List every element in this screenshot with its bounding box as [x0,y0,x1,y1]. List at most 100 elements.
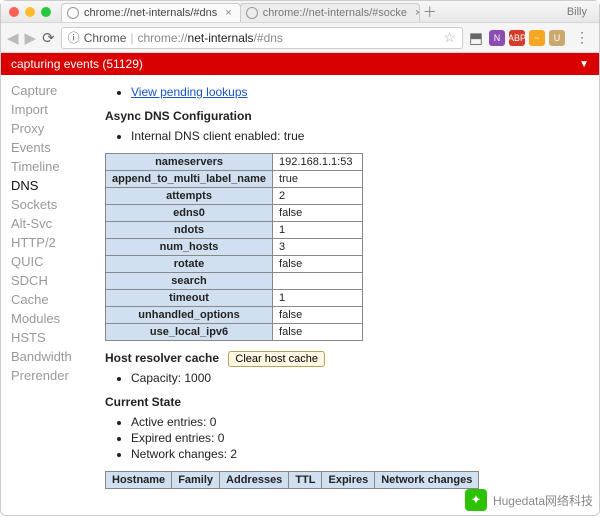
config-row: append_to_multi_label_nametrue [106,171,363,188]
window-titlebar: chrome://net-internals/#dns × chrome://n… [1,1,599,23]
omnibox-origin-chip: ⓘ [68,29,80,46]
globe-icon [67,7,79,19]
category-sidebar: CaptureImportProxyEventsTimelineDNSSocke… [1,75,93,517]
state-column-header: Hostname [106,472,172,489]
extensions-toggle-icon[interactable]: ⬒ [469,29,483,47]
reload-button[interactable]: ⟳ [42,29,55,47]
omnibox-url-path: /#dns [254,31,283,45]
traffic-lights [9,7,51,17]
state-column-header: Family [172,472,220,489]
config-value: 2 [273,188,363,205]
close-window-button[interactable] [9,7,19,17]
browser-toolbar: ◀ ▶ ⟳ ⓘ Chrome | chrome://net-internals/… [1,23,599,53]
sidebar-item-hsts[interactable]: HSTS [11,328,89,347]
omnibox-url-prefix: chrome:// [138,31,188,45]
browser-tab-active[interactable]: chrome://net-internals/#dns × [61,3,241,22]
config-row: attempts2 [106,188,363,205]
config-row: timeout1 [106,290,363,307]
config-value [273,273,363,290]
view-pending-lookups-link[interactable]: View pending lookups [131,85,248,99]
config-row: unhandled_optionsfalse [106,307,363,324]
watermark-text: Hugedata网络科技 [493,492,593,509]
current-state-table: HostnameFamilyAddressesTTLExpiresNetwork… [105,471,479,489]
sidebar-item-capture[interactable]: Capture [11,81,89,100]
sidebar-item-dns[interactable]: DNS [11,176,89,195]
state-line: Expired entries: 0 [131,431,587,445]
chrome-menu-icon[interactable]: ⋮ [575,29,589,46]
config-key: search [106,273,273,290]
config-value: false [273,307,363,324]
state-column-header: Expires [322,472,375,489]
config-value: 1 [273,222,363,239]
config-key: append_to_multi_label_name [106,171,273,188]
capture-status-text: capturing events (51129) [11,57,143,71]
sidebar-item-modules[interactable]: Modules [11,309,89,328]
omnibox[interactable]: ⓘ Chrome | chrome://net-internals/#dns ☆ [61,27,463,49]
sidebar-item-bandwidth[interactable]: Bandwidth [11,347,89,366]
config-key: num_hosts [106,239,273,256]
sidebar-item-sockets[interactable]: Sockets [11,195,89,214]
sidebar-item-altsvc[interactable]: Alt-Svc [11,214,89,233]
sidebar-item-http2[interactable]: HTTP/2 [11,233,89,252]
config-row: rotatefalse [106,256,363,273]
back-button[interactable]: ◀ [7,29,19,47]
config-key: nameservers [106,154,273,171]
sidebar-item-proxy[interactable]: Proxy [11,119,89,138]
dns-client-enabled-line: Internal DNS client enabled: true [131,129,587,143]
bookmark-star-icon[interactable]: ☆ [443,29,456,46]
capacity-line: Capacity: 1000 [131,371,587,385]
sidebar-item-sdch[interactable]: SDCH [11,271,89,290]
close-tab-icon[interactable]: × [415,7,420,19]
state-line: Network changes: 2 [131,447,587,461]
clear-host-cache-button[interactable]: Clear host cache [228,351,325,367]
profile-name[interactable]: Billy [567,6,591,18]
config-key: rotate [106,256,273,273]
sidebar-item-timeline[interactable]: Timeline [11,157,89,176]
sidebar-item-cache[interactable]: Cache [11,290,89,309]
wechat-icon: ✦ [465,489,487,511]
state-column-header: TTL [289,472,322,489]
config-row: edns0false [106,205,363,222]
config-value: false [273,256,363,273]
sidebar-item-quic[interactable]: QUIC [11,252,89,271]
config-key: edns0 [106,205,273,222]
config-value: false [273,205,363,222]
watermark: ✦ Hugedata网络科技 [465,489,593,511]
config-value: 192.168.1.1:53 [273,154,363,171]
config-key: ndots [106,222,273,239]
state-line: Active entries: 0 [131,415,587,429]
config-value: false [273,324,363,341]
omnibox-scheme: Chrome [84,31,127,45]
state-column-header: Network changes [375,472,479,489]
forward-button[interactable]: ▶ [25,29,37,47]
config-row: nameservers192.168.1.1:53 [106,154,363,171]
dns-config-table: nameservers192.168.1.1:53append_to_multi… [105,153,363,341]
extension-icon[interactable]: ~ [529,30,545,46]
sidebar-item-events[interactable]: Events [11,138,89,157]
config-value: 3 [273,239,363,256]
extension-icon[interactable]: N [489,30,505,46]
async-dns-heading: Async DNS Configuration [105,109,587,123]
content-pane: View pending lookups Async DNS Configura… [93,75,599,517]
zoom-window-button[interactable] [41,7,51,17]
banner-collapse-icon[interactable]: ▼ [579,59,589,70]
capture-status-banner[interactable]: capturing events (51129) ▼ [1,53,599,75]
close-tab-icon[interactable]: × [225,7,231,19]
browser-tabs: chrome://net-internals/#dns × chrome://n… [61,1,567,22]
minimize-window-button[interactable] [25,7,35,17]
sidebar-item-prerender[interactable]: Prerender [11,366,89,385]
config-row: use_local_ipv6false [106,324,363,341]
browser-tab-inactive[interactable]: chrome://net-internals/#socke × [240,3,420,22]
config-row: num_hosts3 [106,239,363,256]
new-tab-button[interactable]: ＋ [423,2,437,22]
omnibox-url-host: net-internals [188,31,254,45]
config-key: attempts [106,188,273,205]
extension-icon[interactable]: U [549,30,565,46]
config-key: use_local_ipv6 [106,324,273,341]
current-state-heading: Current State [105,395,587,409]
globe-icon [246,7,258,19]
adblock-icon[interactable]: ABP [509,30,525,46]
sidebar-item-import[interactable]: Import [11,100,89,119]
host-resolver-cache-label: Host resolver cache [105,351,219,365]
config-key: timeout [106,290,273,307]
